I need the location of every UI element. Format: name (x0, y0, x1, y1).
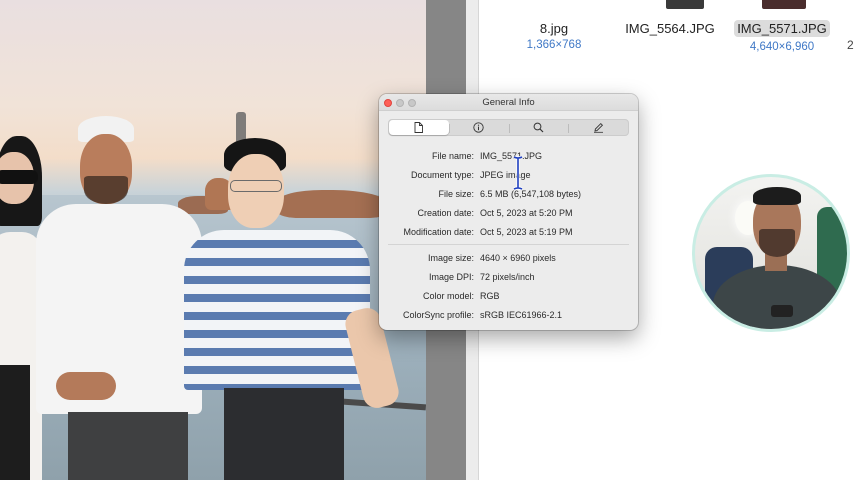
row-label: Image size: (427, 253, 474, 263)
dark-pants (224, 388, 344, 480)
lapel-mic (771, 305, 793, 317)
presenter-hair (753, 187, 801, 205)
row-value: 72 pixels/inch (480, 272, 535, 282)
row-image-size: Image size: 4640 × 6960 pixels (379, 253, 638, 267)
dark-pants (68, 412, 188, 480)
file-name: IMG_5564.JPG (625, 21, 715, 36)
webcam-overlay (692, 174, 850, 332)
row-value: sRGB IEC61966-2.1 (480, 310, 563, 320)
inspector-tabs (388, 119, 629, 136)
row-file-name: File name: IMG_5571.JPG (379, 151, 638, 165)
tab-general[interactable] (389, 120, 449, 135)
tab-search[interactable] (508, 120, 569, 135)
presenter-beard (759, 229, 795, 257)
row-label: Creation date: (417, 208, 474, 218)
row-file-size: File size: 6.5 MB (6,547,108 bytes) (379, 189, 638, 203)
file-dimensions: 1,366×768 (526, 39, 582, 51)
row-value: 6.5 MB (6,547,108 bytes) (480, 189, 582, 199)
background-photo (0, 0, 426, 480)
separator (388, 244, 629, 245)
row-creation-date: Creation date: Oct 5, 2023 at 5:20 PM (379, 208, 638, 222)
row-value: Oct 5, 2023 at 5:20 PM (480, 208, 573, 218)
row-color-model: Color model: RGB (379, 291, 638, 305)
file-dimensions: 4,640×6,960 (749, 41, 815, 53)
tab-annotate[interactable] (568, 120, 628, 135)
row-label: Modification date: (403, 227, 474, 237)
row-modification-date: Modification date: Oct 5, 2023 at 5:19 P… (379, 227, 638, 241)
row-value: 4640 × 6960 pixels (480, 253, 556, 263)
text-cursor-icon (513, 156, 523, 190)
arm (56, 372, 116, 400)
row-label: File size: (438, 189, 474, 199)
window-title: General Info (482, 97, 535, 108)
row-label: Image DPI: (428, 272, 474, 282)
file-name: 8.jpg (539, 21, 569, 36)
titlebar[interactable]: General Info (379, 94, 638, 111)
row-value: RGB (480, 291, 500, 301)
person-center (36, 112, 206, 480)
row-colorsync-profile: ColorSync profile: sRGB IEC61966-2.1 (379, 310, 638, 324)
file-item-img-5571[interactable]: IMG_5571.JPG 4,640×6,960 (734, 20, 830, 53)
row-label: ColorSync profile: (402, 310, 474, 320)
row-label: Document type: (410, 170, 474, 180)
dark-pants (0, 365, 30, 480)
row-image-dpi: Image DPI: 72 pixels/inch (379, 272, 638, 286)
file-thumbnail (666, 0, 704, 9)
beard (84, 176, 128, 204)
row-label: File name: (431, 151, 474, 161)
info-icon (473, 122, 484, 133)
sunglasses (0, 170, 38, 184)
document-icon (414, 122, 424, 133)
glasses (230, 180, 282, 192)
file-item-img-5564[interactable]: IMG_5564.JPG (620, 21, 720, 36)
file-thumbnail (762, 0, 806, 9)
file-name-selected: IMG_5571.JPG (734, 20, 830, 37)
row-value: Oct 5, 2023 at 5:19 PM (480, 227, 573, 237)
pencil-icon (593, 122, 603, 133)
file-item-8-jpg[interactable]: 8.jpg 1,366×768 (514, 21, 594, 51)
person-right (184, 138, 402, 480)
magnifier-icon (533, 122, 544, 133)
file-item-partial[interactable]: 2 (847, 38, 854, 52)
striped-shirt (184, 230, 370, 390)
general-info-window[interactable]: General Info File name: IMG_5571.JPG Doc… (379, 94, 638, 330)
row-document-type: Document type: JPEG image (379, 170, 638, 184)
row-label: Color model: (422, 291, 474, 301)
tab-more-info[interactable] (448, 120, 509, 135)
